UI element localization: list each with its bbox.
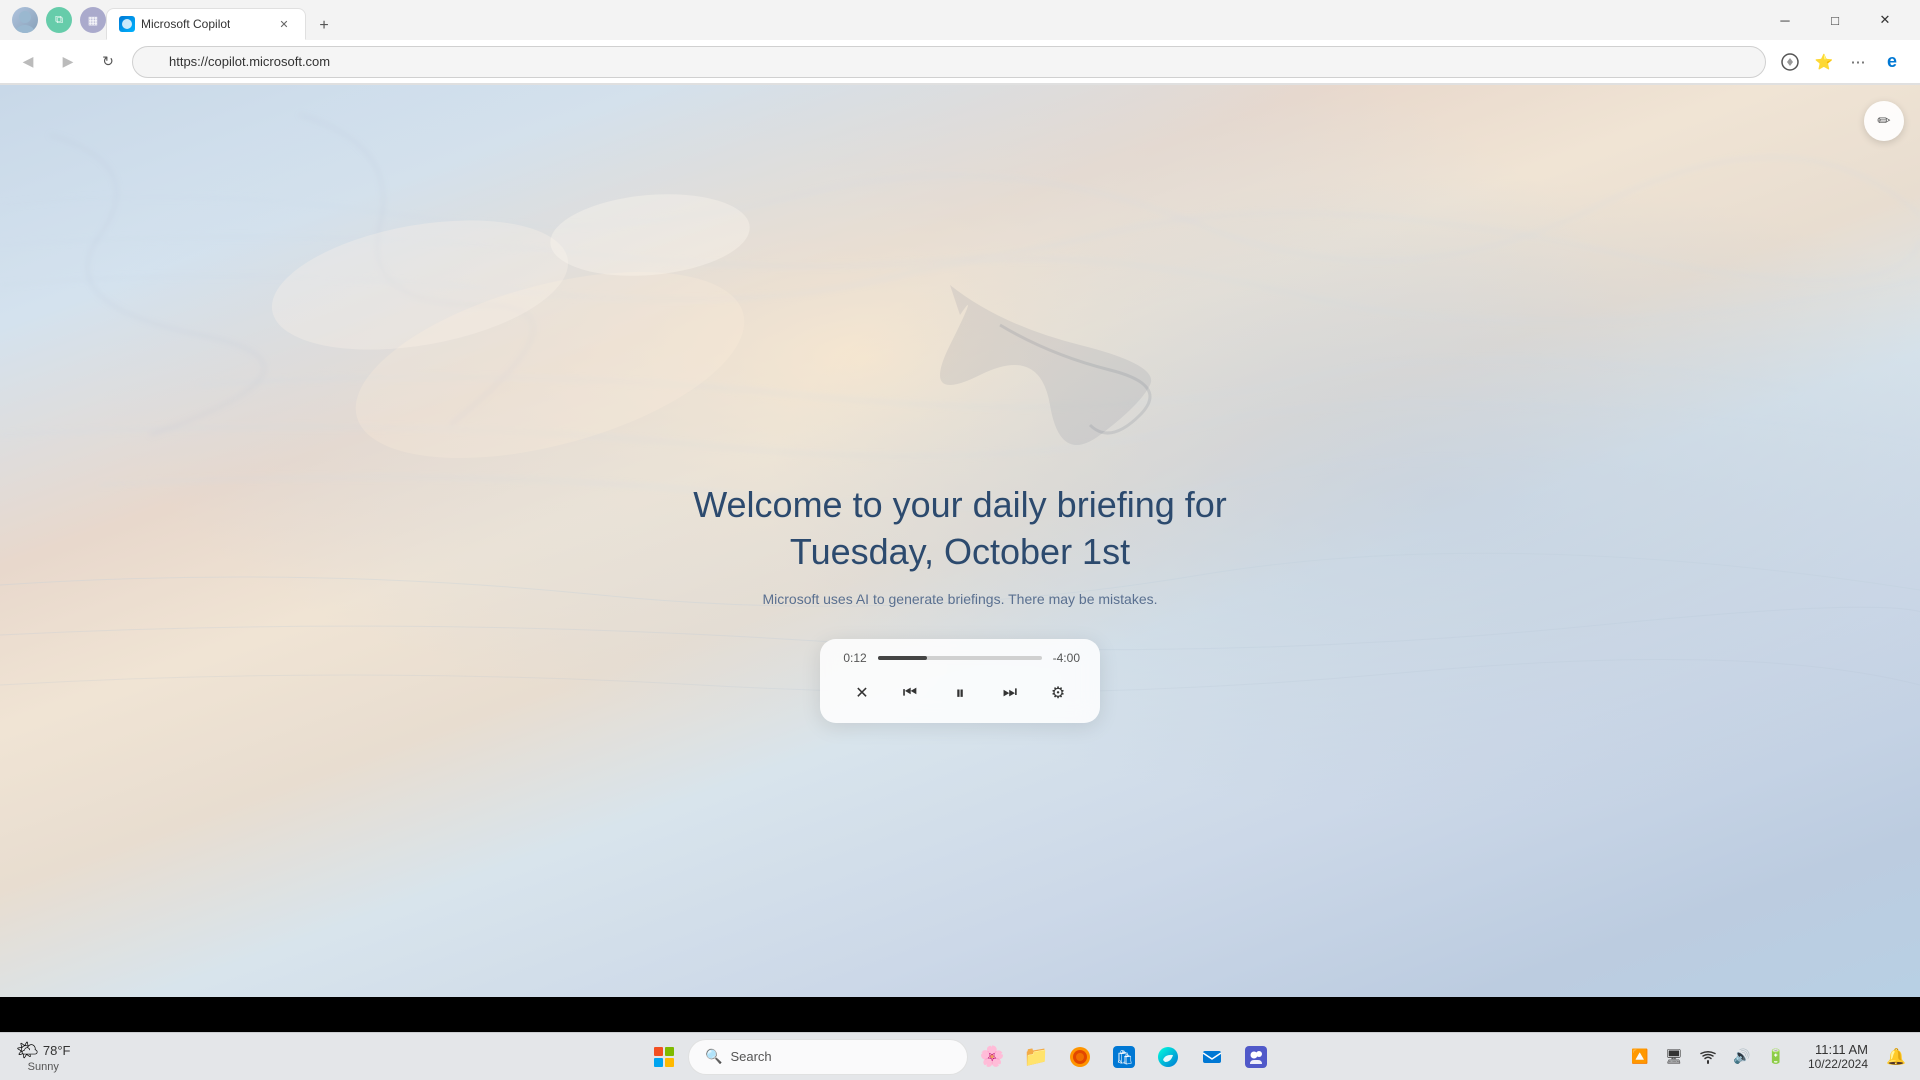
- weather-widget[interactable]: 🌤 78°F Sunny: [8, 1036, 78, 1077]
- title-bar-left: ⧉ ▦: [12, 7, 106, 33]
- forward-button[interactable]: ▶: [52, 46, 84, 78]
- tray-chevron[interactable]: 🔼: [1624, 1041, 1656, 1073]
- start-square-4: [665, 1058, 674, 1067]
- svg-text:🛍: 🛍: [1116, 1049, 1134, 1065]
- center-content: Welcome to your daily briefing for Tuesd…: [660, 482, 1260, 724]
- start-square-2: [665, 1047, 674, 1056]
- taskbar-app-teams[interactable]: [1236, 1037, 1276, 1077]
- tray-battery[interactable]: 🔋: [1760, 1041, 1792, 1073]
- address-input[interactable]: https://copilot.microsoft.com: [132, 46, 1766, 78]
- progress-track[interactable]: [878, 656, 1042, 660]
- start-square-1: [654, 1047, 663, 1056]
- close-player-button[interactable]: ✕: [846, 677, 878, 709]
- refresh-button[interactable]: ↻: [92, 46, 124, 78]
- notification-bell[interactable]: 🔔: [1880, 1041, 1912, 1073]
- settings-button[interactable]: ⚙: [1042, 677, 1074, 709]
- tab-title: Microsoft Copilot: [141, 17, 230, 31]
- taskbar-app-mail[interactable]: [1192, 1037, 1232, 1077]
- tab-grid-icon[interactable]: ▦: [80, 7, 106, 33]
- taskbar-app-file-explorer[interactable]: 📁: [1016, 1037, 1056, 1077]
- tray-volume[interactable]: 🔊: [1726, 1041, 1758, 1073]
- start-icon: [654, 1047, 674, 1067]
- pause-button[interactable]: ⏸: [942, 675, 978, 711]
- taskbar-app-firefox[interactable]: [1060, 1037, 1100, 1077]
- avatar[interactable]: [12, 7, 38, 33]
- taskbar-search[interactable]: 🔍 Search: [688, 1039, 968, 1075]
- window-controls: ─ □ ✕: [1762, 4, 1908, 36]
- clock-widget[interactable]: 11:11 AM 10/22/2024: [1796, 1042, 1876, 1071]
- player-progress: 0:12 -4:00: [840, 651, 1080, 665]
- start-button[interactable]: [644, 1037, 684, 1077]
- maximize-button[interactable]: □: [1812, 4, 1858, 36]
- tab-close-button[interactable]: ✕: [275, 15, 293, 33]
- rewind-button[interactable]: ⏮: [894, 677, 926, 709]
- taskbar-app-edge[interactable]: [1148, 1037, 1188, 1077]
- taskbar-app-store[interactable]: 🛍: [1104, 1037, 1144, 1077]
- taskbar-right: 🔼 🖥 🔊 🔋 11:11 AM 10/22/2024 🔔: [1624, 1041, 1912, 1073]
- edit-button[interactable]: ✏: [1864, 101, 1904, 141]
- back-button[interactable]: ◀: [12, 46, 44, 78]
- weather-temp: 78°F: [43, 1043, 71, 1058]
- start-square-3: [654, 1058, 663, 1067]
- taskbar-app-widgets[interactable]: 🌸: [972, 1037, 1012, 1077]
- clock-time: 11:11 AM: [1815, 1042, 1868, 1057]
- current-time: 0:12: [840, 651, 870, 665]
- address-bar-row: ◀ ▶ ↻ 🔒 https://copilot.microsoft.com ⭐ …: [0, 40, 1920, 84]
- tab-strip: Microsoft Copilot ✕ +: [106, 0, 1762, 40]
- ai-disclaimer: Microsoft uses AI to generate briefings.…: [660, 591, 1260, 607]
- welcome-title: Welcome to your daily briefing for Tuesd…: [660, 482, 1260, 576]
- taskbar: 🌤 78°F Sunny 🔍 Search 🌸 📁: [0, 1032, 1920, 1080]
- copilot-toolbar-icon[interactable]: [1774, 46, 1806, 78]
- search-label: Search: [730, 1049, 771, 1064]
- tab-group-icon[interactable]: ⧉: [46, 7, 72, 33]
- taskbar-left: 🌤 78°F Sunny: [8, 1036, 78, 1077]
- more-options-icon[interactable]: ⋯: [1842, 46, 1874, 78]
- weather-condition: Sunny: [28, 1061, 59, 1073]
- toolbar-icons: ⭐ ⋯ e: [1774, 46, 1908, 78]
- search-icon: 🔍: [705, 1048, 722, 1065]
- browser-chrome: ⧉ ▦ Microsoft Copilot ✕ + ─ □: [0, 0, 1920, 85]
- taskbar-center: 🔍 Search 🌸 📁 🛍: [644, 1037, 1276, 1077]
- new-tab-button[interactable]: +: [310, 12, 338, 40]
- main-content: ✏ Welcome to your daily briefing for Tue…: [0, 85, 1920, 997]
- edge-icon[interactable]: e: [1876, 46, 1908, 78]
- next-button[interactable]: ⏭: [994, 677, 1026, 709]
- tray-display[interactable]: 🖥: [1658, 1041, 1690, 1073]
- clock-date: 10/22/2024: [1808, 1057, 1868, 1071]
- title-bar: ⧉ ▦ Microsoft Copilot ✕ + ─ □: [0, 0, 1920, 40]
- player-controls: ✕ ⏮ ⏸ ⏭ ⚙: [840, 675, 1080, 711]
- weather-icon: 🌤: [16, 1040, 39, 1061]
- audio-player: 0:12 -4:00 ✕ ⏮ ⏸ ⏭: [820, 639, 1100, 723]
- active-tab[interactable]: Microsoft Copilot ✕: [106, 8, 306, 40]
- progress-fill: [878, 656, 927, 660]
- favorites-icon[interactable]: ⭐: [1808, 46, 1840, 78]
- tray-wifi[interactable]: [1692, 1041, 1724, 1073]
- tab-favicon: [119, 16, 135, 32]
- minimize-button[interactable]: ─: [1762, 4, 1808, 36]
- remaining-time: -4:00: [1050, 651, 1080, 665]
- address-bar-container: 🔒 https://copilot.microsoft.com: [132, 46, 1766, 78]
- close-button[interactable]: ✕: [1862, 4, 1908, 36]
- system-tray: 🔼 🖥 🔊 🔋: [1624, 1041, 1792, 1073]
